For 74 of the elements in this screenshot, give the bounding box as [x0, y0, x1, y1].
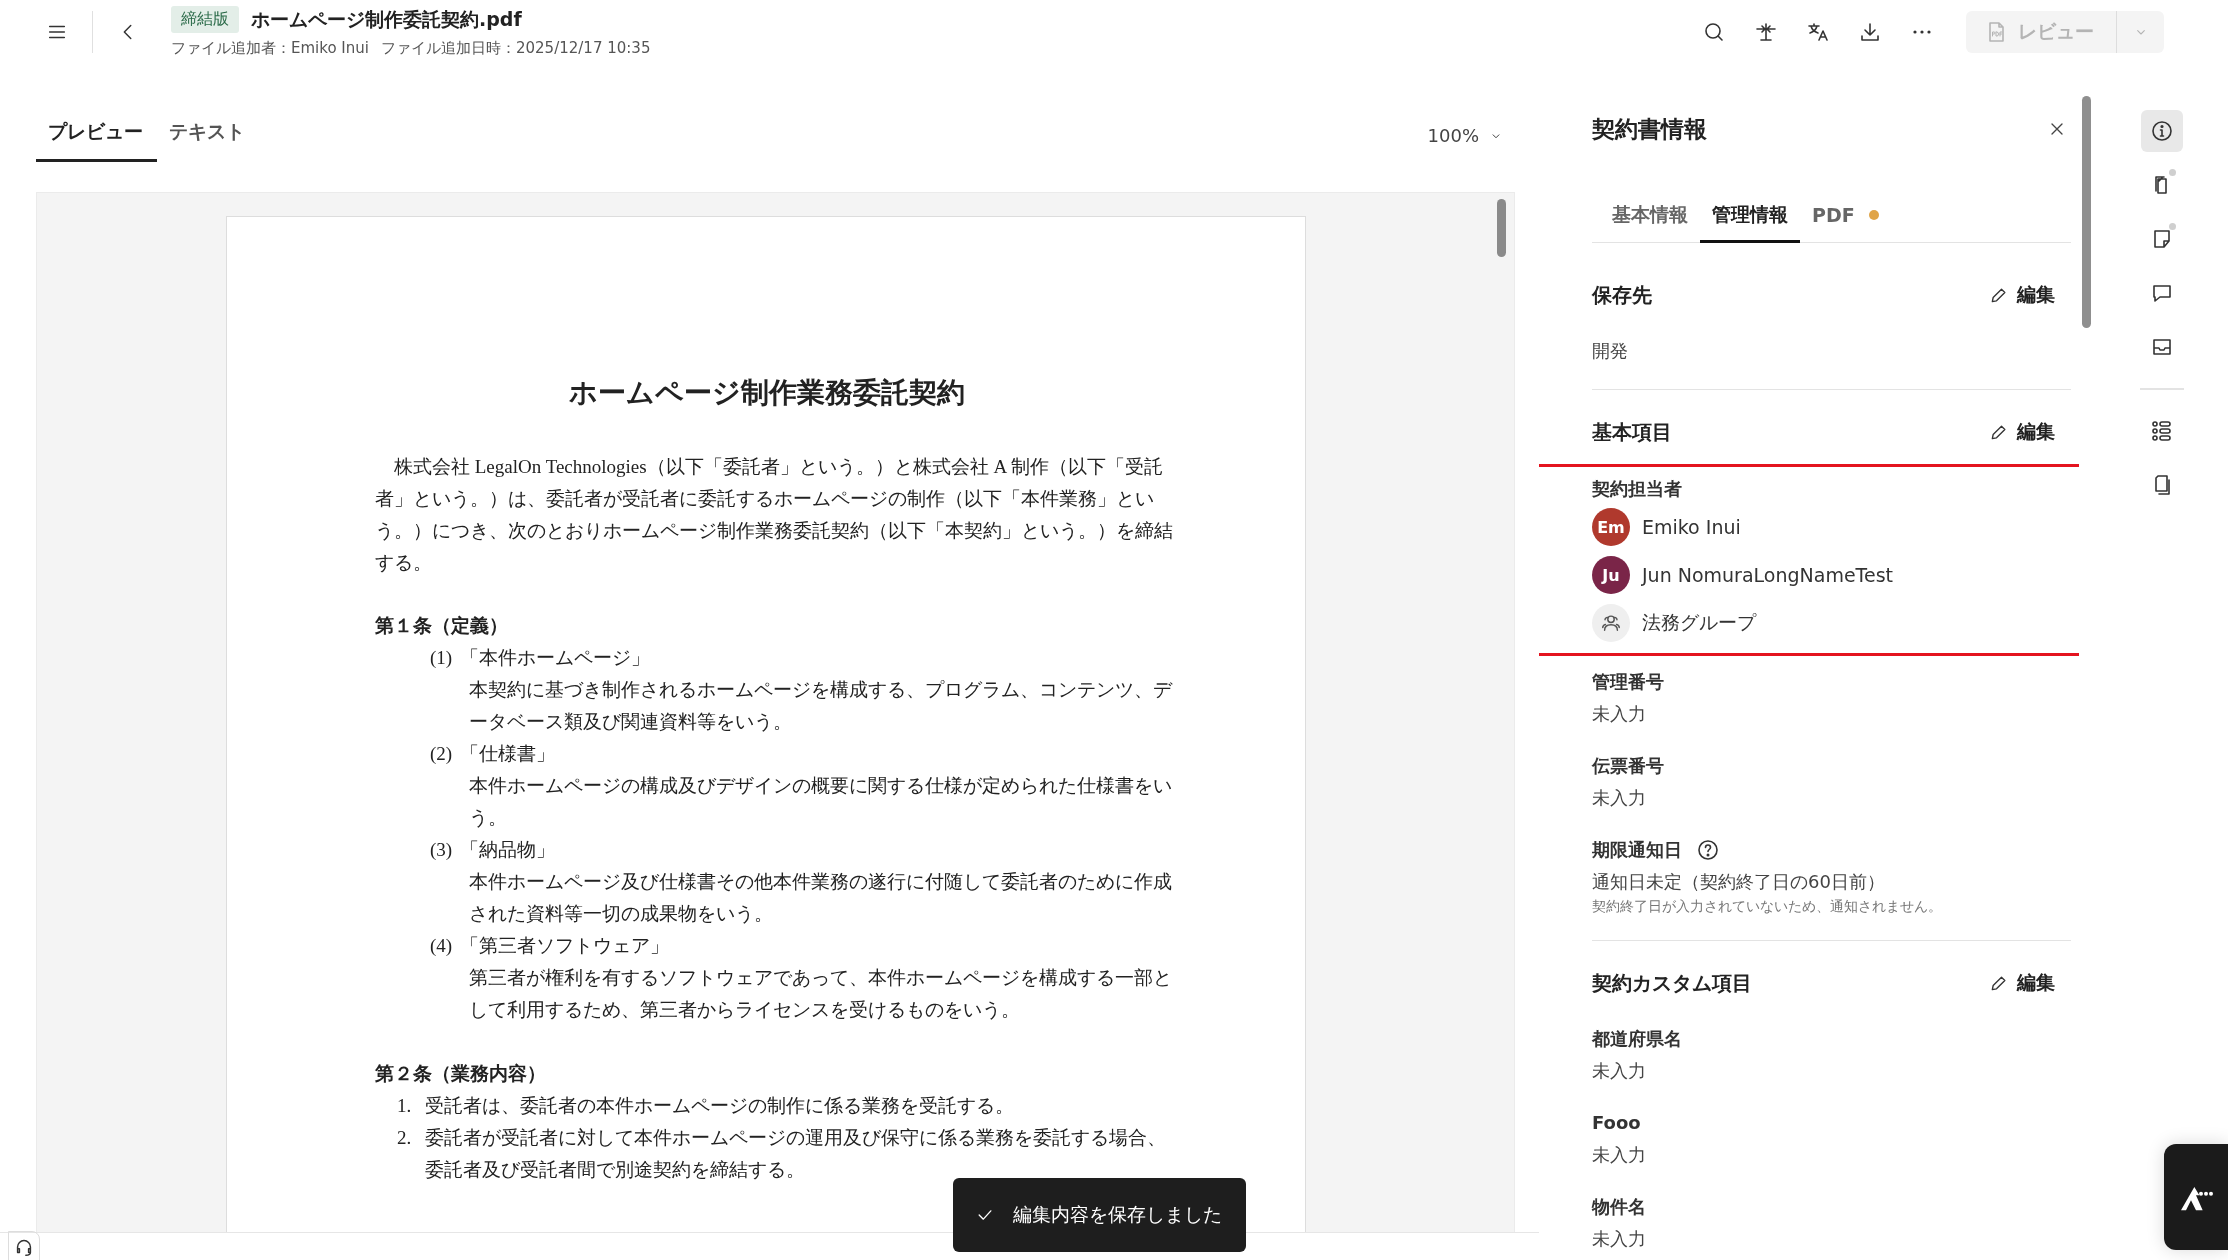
definition-text: 第三者が権利を有するソフトウェアであって、本件ホームページを構成する一部として利用するため、第三者からライセンスを受けるものをいう。	[469, 966, 1173, 1022]
panel-tab[interactable]: 管理情報	[1700, 194, 1800, 243]
item-number: (4)	[430, 934, 453, 958]
toast-message: 編集内容を保存しました	[1013, 1202, 1222, 1227]
article-heading: 第１条（定義）	[375, 614, 509, 638]
help-icon[interactable]	[1696, 838, 1720, 862]
field-label: Fooo	[1592, 1111, 1641, 1135]
pencil-icon	[1989, 973, 2009, 993]
translate-icon	[1806, 20, 1830, 44]
headset-icon[interactable]	[8, 1230, 40, 1260]
person-name: Emiko Inui	[1642, 516, 1741, 538]
list-text: 委託者が受託者に対して本件ホームページの運用及び保守に係る業務を委託する場合、委託者及び受託者間で別途契約を締結する。	[425, 1126, 1167, 1182]
field-label: 都道府県名	[1592, 1027, 1682, 1051]
view-tab[interactable]: テキスト	[157, 107, 257, 162]
person-name: Jun NomuraLongNameTest	[1642, 564, 1894, 586]
list-text: 受託者は、委託者の本件ホームページの制作に係る業務を受託する。	[425, 1094, 1014, 1118]
field-note: 契約終了日が入力されていないため、通知されません。	[1592, 898, 1943, 916]
definition-text: 本件ホームページ及び仕様書その他本件業務の遂行に付随して委託者のために作成された資料等一切の成果物をいう。	[469, 870, 1173, 926]
avatar: Ju	[1592, 556, 1630, 594]
list-number: 1.	[397, 1094, 413, 1118]
defined-term: 「仕様書」	[460, 742, 556, 766]
people-icon	[1600, 612, 1622, 634]
field-value: 未入力	[1592, 1059, 1647, 1083]
field-label: 契約担当者	[1592, 477, 1682, 501]
section-title: 基本項目	[1592, 418, 1672, 446]
panel-tab[interactable]: PDF	[1800, 194, 1891, 243]
field-value: 開発	[1592, 339, 1629, 363]
field-label: 管理番号	[1592, 670, 1664, 694]
field-label: 期限通知日	[1592, 838, 1682, 862]
zoom-dropdown[interactable]: 100%	[1427, 125, 1503, 146]
assistant-button[interactable]	[2164, 1144, 2228, 1250]
paragraph: 株式会社 LegalOn Technologies（以下「委託者」という。）と株式会社 A 制作（以下「受託者」という。）は、委託者が受託者に委託するホームページの制作（以下「本件業務」という。）につき、次のとおりホームページ制作業務委託契約（以下「本契約」という。）を締結する。	[375, 455, 1173, 575]
field-label: 伝票番号	[1592, 754, 1664, 778]
list-number: 2.	[397, 1126, 413, 1150]
info-button[interactable]	[2141, 110, 2183, 152]
download-icon	[1858, 20, 1882, 44]
edit-button[interactable]: 編集	[1989, 970, 2055, 996]
file-meta: ファイル追加者：Emiko Inui	[171, 39, 369, 58]
definition-text: 本件ホームページの構成及びデザインの概要に関する仕様が定められた仕様書をいう。	[469, 774, 1173, 830]
panel-tab[interactable]: 基本情報	[1600, 194, 1700, 243]
item-number: (2)	[430, 742, 453, 766]
avatar: Em	[1592, 508, 1630, 546]
field-label: 物件名	[1592, 1195, 1646, 1219]
document-title: ホームページ制作業務委託契約	[568, 376, 966, 410]
panel-title: 契約書情報	[1592, 114, 1707, 144]
section-title: 保存先	[1592, 281, 1652, 309]
field-value: 未入力	[1592, 702, 1647, 726]
scrollbar-thumb[interactable]	[2082, 96, 2091, 328]
defined-term: 「第三者ソフトウェア」	[460, 934, 670, 958]
view-tab[interactable]: プレビュー	[36, 107, 157, 162]
defined-term: 「本件ホームページ」	[460, 646, 651, 670]
pencil-icon	[1989, 422, 2009, 442]
more-icon	[1911, 29, 1933, 35]
defined-term: 「納品物」	[460, 838, 556, 862]
item-number: (1)	[430, 646, 453, 670]
status-badge: 締結版	[171, 6, 239, 33]
scrollbar-thumb[interactable]	[1497, 199, 1506, 257]
field-value: 未入力	[1592, 1143, 1647, 1167]
info-icon	[2150, 119, 2174, 143]
pencil-icon	[1989, 285, 2009, 305]
section-title: 契約カスタム項目	[1592, 969, 1752, 997]
edit-button[interactable]: 編集	[1989, 282, 2055, 308]
person-name: 法務グループ	[1642, 610, 1756, 635]
field-value: 未入力	[1592, 786, 1647, 810]
item-number: (3)	[430, 838, 453, 862]
field-value: 通知日未定（契約終了日の60日前）	[1592, 870, 1886, 894]
edit-button[interactable]: 編集	[1989, 419, 2055, 445]
list-icon	[2150, 419, 2174, 443]
definition-text: 本契約に基づき制作されるホームページを構成する、プログラム、コンテンツ、データベース類及び関連資料等をいう。	[469, 678, 1173, 734]
file-name: ホームページ制作委託契約.pdf	[251, 6, 522, 32]
article-heading: 第２条（業務内容）	[375, 1062, 547, 1086]
file-meta: ファイル追加日時：2025/12/17 10:35	[380, 39, 651, 58]
search-icon	[1702, 20, 1726, 44]
field-value: 未入力	[1592, 1227, 1647, 1251]
